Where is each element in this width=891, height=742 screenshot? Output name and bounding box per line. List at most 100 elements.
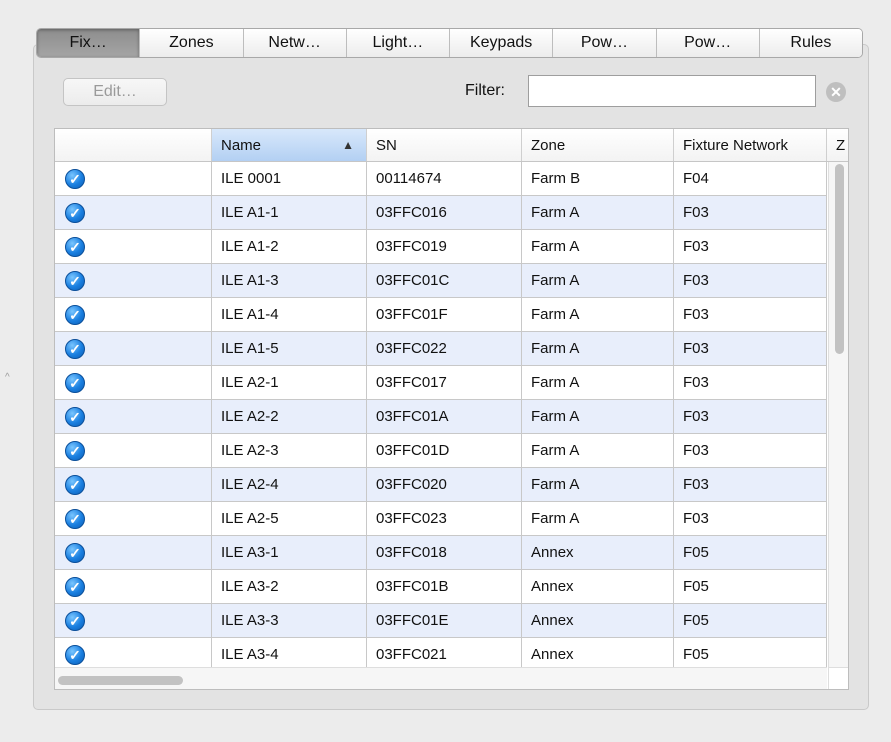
status-cell: ✓	[55, 230, 212, 263]
tab-power-2[interactable]: Pow…	[656, 29, 760, 57]
checkmark-circle-icon: ✓	[65, 474, 85, 495]
name-cell: ILE A3-3	[212, 604, 367, 637]
name-cell: ILE A2-2	[212, 400, 367, 433]
zone-cell: Farm A	[522, 264, 674, 297]
tab-rules[interactable]: Rules	[759, 29, 862, 57]
column-header-name[interactable]: Name ▲	[212, 129, 367, 161]
table-row[interactable]: ✓ ILE A3-2 03FFC01B Annex F05	[55, 570, 827, 604]
table-row[interactable]: ✓ ILE A1-1 03FFC016 Farm A F03	[55, 196, 827, 230]
name-cell: ILE A3-2	[212, 570, 367, 603]
fixtures-table: Name ▲ SN Zone Fixture Network Z ✓ ILE 00…	[54, 128, 849, 690]
column-header-fixture-network[interactable]: Fixture Network	[674, 129, 827, 161]
fixture-network-cell: F03	[674, 196, 827, 229]
vertical-scroll-thumb[interactable]	[835, 164, 844, 354]
name-cell: ILE A1-2	[212, 230, 367, 263]
status-cell: ✓	[55, 400, 212, 433]
filter-input[interactable]	[528, 75, 816, 107]
status-cell: ✓	[55, 468, 212, 501]
zone-cell: Annex	[522, 536, 674, 569]
status-cell: ✓	[55, 570, 212, 603]
fixture-network-cell: F04	[674, 162, 827, 195]
table-row[interactable]: ✓ ILE A1-3 03FFC01C Farm A F03	[55, 264, 827, 298]
fixture-network-cell: F05	[674, 604, 827, 637]
sn-cell: 03FFC019	[367, 230, 522, 263]
clear-circle-icon[interactable]: ✕	[826, 82, 846, 102]
zone-cell: Farm A	[522, 298, 674, 331]
tab-power-1[interactable]: Pow…	[553, 29, 657, 57]
name-cell: ILE A3-1	[212, 536, 367, 569]
table-row[interactable]: ✓ ILE A2-3 03FFC01D Farm A F03	[55, 434, 827, 468]
checkmark-circle-icon: ✓	[65, 338, 85, 359]
table-row[interactable]: ✓ ILE A2-5 03FFC023 Farm A F03	[55, 502, 827, 536]
sn-cell: 03FFC023	[367, 502, 522, 535]
zone-cell: Farm A	[522, 400, 674, 433]
name-cell: ILE A1-3	[212, 264, 367, 297]
sn-cell: 03FFC01B	[367, 570, 522, 603]
fixture-network-cell: F03	[674, 332, 827, 365]
sn-cell: 03FFC01C	[367, 264, 522, 297]
table-row[interactable]: ✓ ILE 0001 00114674 Farm B F04	[55, 162, 827, 196]
table-row[interactable]: ✓ ILE A1-2 03FFC019 Farm A F03	[55, 230, 827, 264]
table-row[interactable]: ✓ ILE A2-4 03FFC020 Farm A F03	[55, 468, 827, 502]
fixture-network-cell: F03	[674, 502, 827, 535]
table-row[interactable]: ✓ ILE A2-2 03FFC01A Farm A F03	[55, 400, 827, 434]
zone-cell: Farm A	[522, 434, 674, 467]
checkmark-circle-icon: ✓	[65, 610, 85, 631]
sn-cell: 03FFC020	[367, 468, 522, 501]
status-cell: ✓	[55, 332, 212, 365]
name-cell: ILE A1-5	[212, 332, 367, 365]
fixture-network-cell: F05	[674, 536, 827, 569]
fixture-network-cell: F03	[674, 400, 827, 433]
sn-cell: 03FFC016	[367, 196, 522, 229]
table-row[interactable]: ✓ ILE A3-1 03FFC018 Annex F05	[55, 536, 827, 570]
zone-cell: Annex	[522, 570, 674, 603]
fixture-network-cell: F05	[674, 570, 827, 603]
status-cell: ✓	[55, 264, 212, 297]
sn-cell: 03FFC01E	[367, 604, 522, 637]
checkmark-circle-icon: ✓	[65, 576, 85, 597]
fixture-network-cell: F03	[674, 230, 827, 263]
column-header-label: Name	[221, 136, 262, 154]
zone-cell: Annex	[522, 604, 674, 637]
name-cell: ILE A1-4	[212, 298, 367, 331]
table-row[interactable]: ✓ ILE A1-5 03FFC022 Farm A F03	[55, 332, 827, 366]
checkmark-circle-icon: ✓	[65, 202, 85, 223]
status-cell: ✓	[55, 502, 212, 535]
filter-label: Filter:	[465, 82, 505, 99]
table-row[interactable]: ✓ ILE A3-3 03FFC01E Annex F05	[55, 604, 827, 638]
tab-lights[interactable]: Light…	[346, 29, 450, 57]
zone-cell: Farm A	[522, 502, 674, 535]
tab-networks[interactable]: Netw…	[243, 29, 347, 57]
table-header: Name ▲ SN Zone Fixture Network Z	[55, 129, 848, 162]
sn-cell: 03FFC01A	[367, 400, 522, 433]
horizontal-scroll-thumb[interactable]	[58, 676, 183, 685]
name-cell: ILE A2-4	[212, 468, 367, 501]
status-cell: ✓	[55, 434, 212, 467]
scroll-corner	[828, 667, 848, 689]
table-row[interactable]: ✓ ILE A1-4 03FFC01F Farm A F03	[55, 298, 827, 332]
table-row[interactable]: ✓ ILE A2-1 03FFC017 Farm A F03	[55, 366, 827, 400]
sn-cell: 03FFC018	[367, 536, 522, 569]
column-header-status[interactable]	[55, 129, 212, 161]
tab-keypads[interactable]: Keypads	[450, 29, 554, 57]
status-cell: ✓	[55, 196, 212, 229]
checkmark-circle-icon: ✓	[65, 508, 85, 529]
horizontal-scrollbar[interactable]	[55, 667, 827, 689]
tab-fixtures[interactable]: Fix…	[37, 29, 141, 57]
column-header-zone[interactable]: Zone	[522, 129, 674, 161]
status-cell: ✓	[55, 366, 212, 399]
name-cell: ILE 0001	[212, 162, 367, 195]
status-cell: ✓	[55, 536, 212, 569]
column-header-sn[interactable]: SN	[367, 129, 522, 161]
resize-caret-icon: ^	[5, 372, 10, 383]
vertical-scrollbar[interactable]	[828, 162, 848, 684]
checkmark-circle-icon: ✓	[65, 406, 85, 427]
zone-cell: Farm A	[522, 366, 674, 399]
checkmark-circle-icon: ✓	[65, 644, 85, 665]
checkmark-circle-icon: ✓	[65, 304, 85, 325]
tab-zones[interactable]: Zones	[140, 29, 244, 57]
fixture-network-cell: F03	[674, 468, 827, 501]
checkmark-circle-icon: ✓	[65, 270, 85, 291]
edit-button[interactable]: Edit…	[63, 78, 167, 106]
column-header-truncated[interactable]: Z	[827, 129, 848, 161]
